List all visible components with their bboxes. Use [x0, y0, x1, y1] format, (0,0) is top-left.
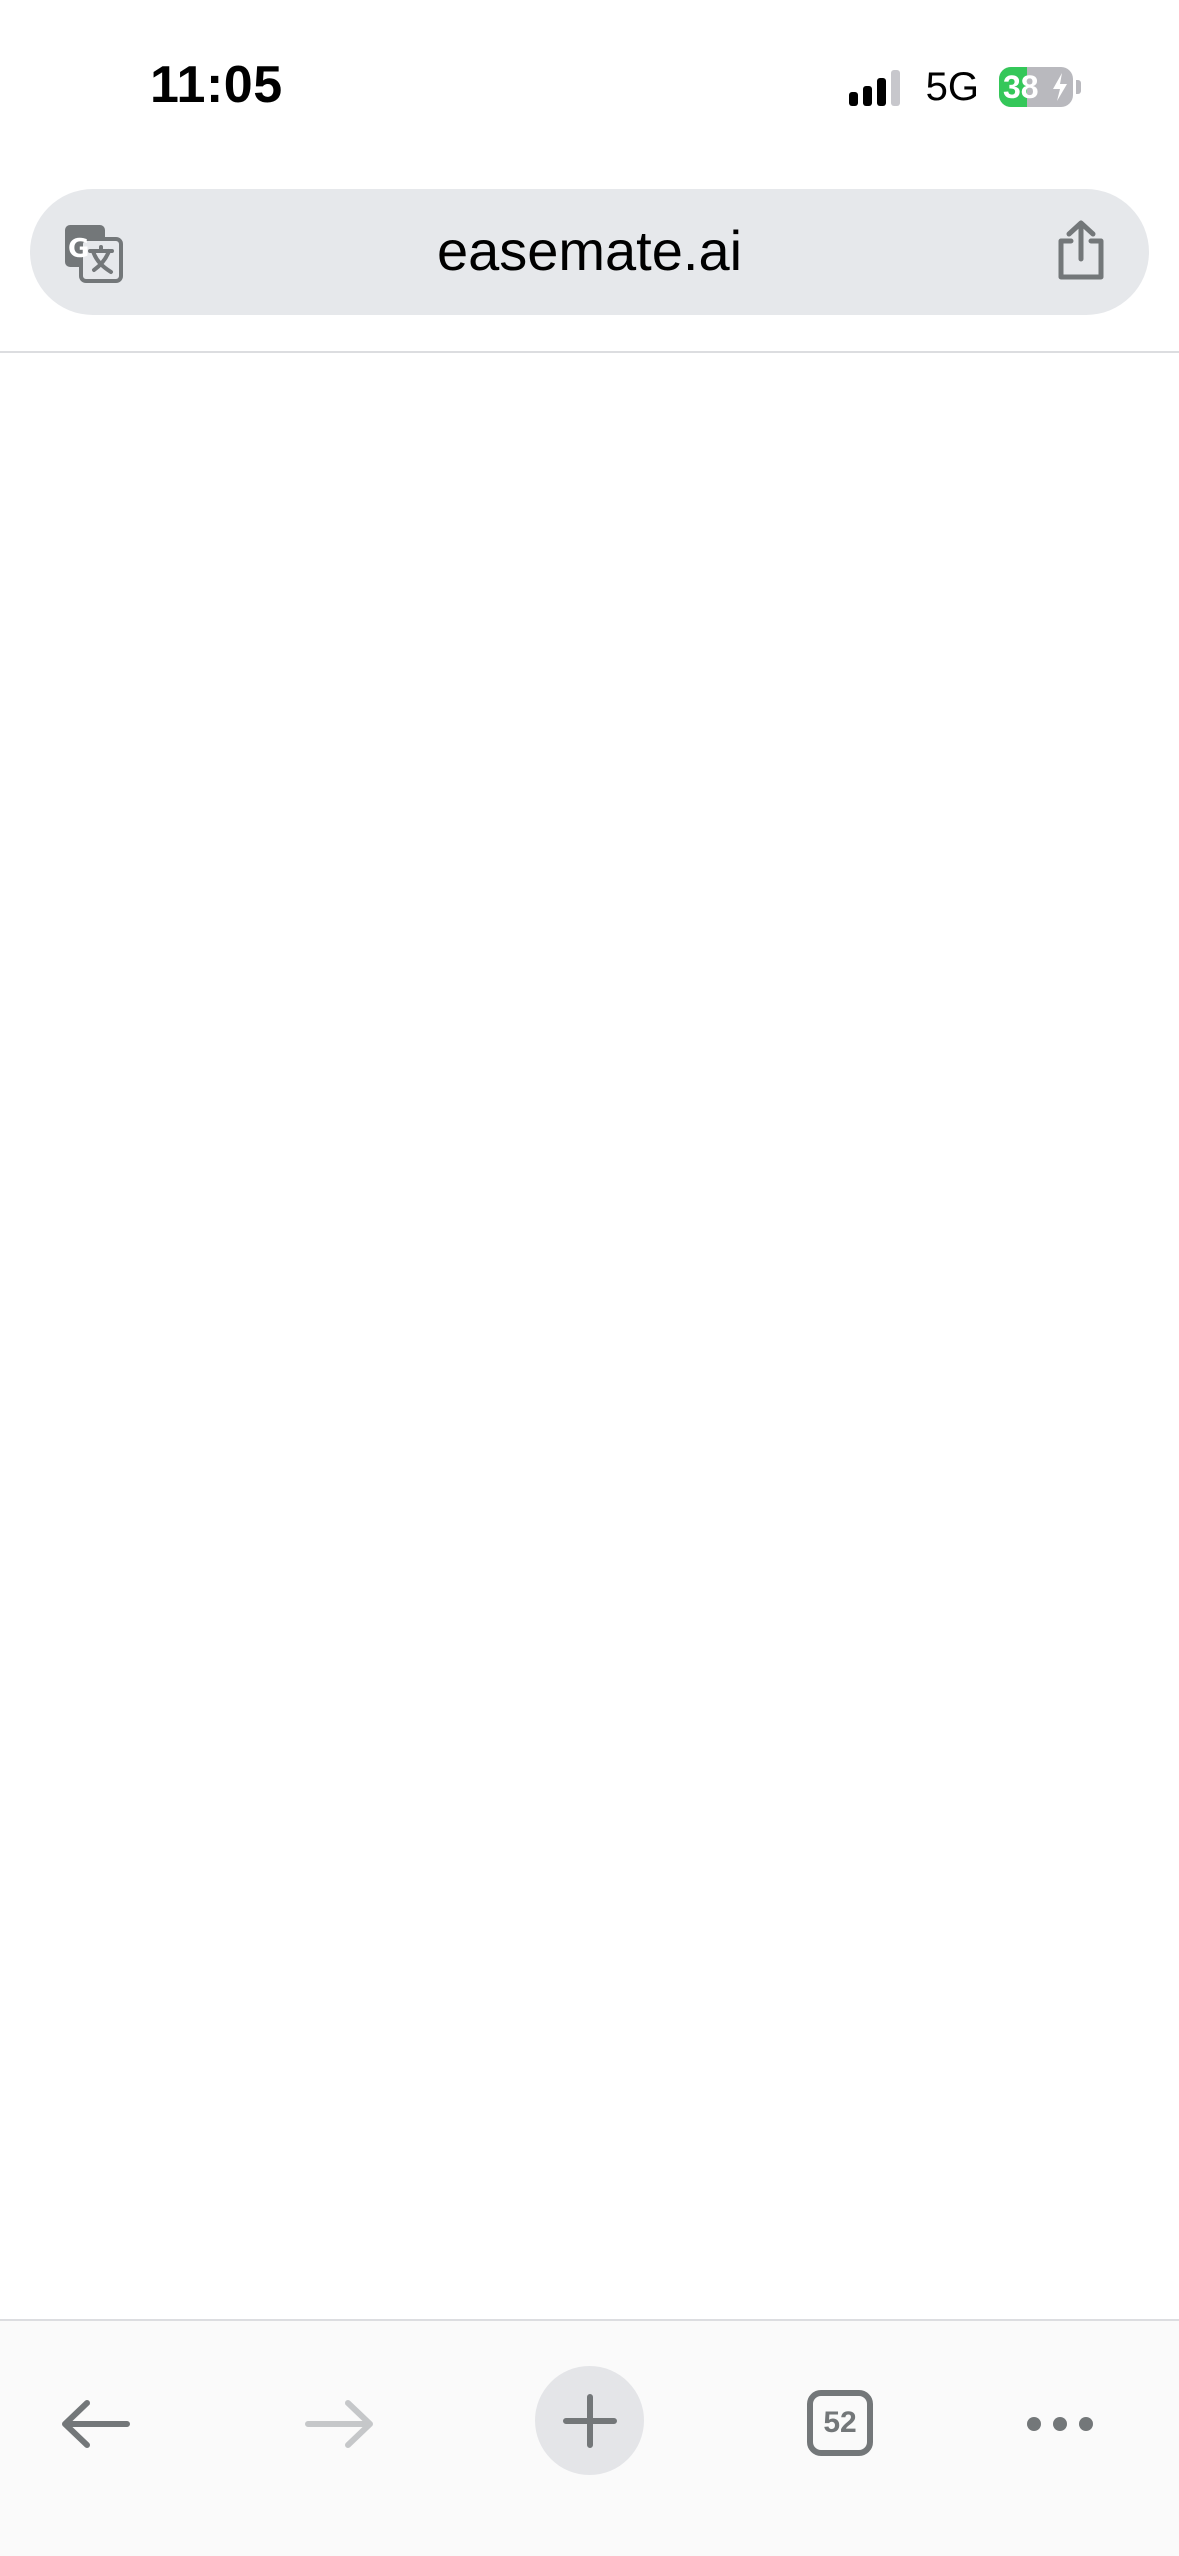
bottom-toolbar: 52 [0, 2321, 1179, 2556]
arrow-right-icon [305, 2400, 373, 2448]
status-bar: 11:05 5G 38 [0, 0, 1179, 160]
forward-button[interactable] [290, 2379, 390, 2469]
new-tab-button[interactable] [535, 2366, 644, 2475]
plus-icon [562, 2393, 617, 2448]
tab-count: 52 [823, 2406, 857, 2439]
status-indicators: 5G 38 [848, 64, 1081, 110]
tabs-icon: 52 [807, 2390, 873, 2456]
network-type: 5G [925, 64, 979, 109]
battery-icon: 38 [999, 67, 1073, 107]
more-dots-icon [1027, 2417, 1093, 2431]
charging-bolt-icon [1053, 73, 1067, 101]
web-content-area[interactable] [0, 353, 1179, 2319]
browser-screen: 11:05 5G 38 G easemate.ai 52 [0, 0, 1179, 2556]
battery-cap [1076, 80, 1081, 94]
url-text[interactable]: easemate.ai [30, 219, 1149, 283]
back-button[interactable] [45, 2379, 145, 2469]
cellular-signal-icon [848, 68, 900, 106]
tab-switcher-button[interactable]: 52 [790, 2373, 890, 2473]
more-menu-button[interactable] [1010, 2379, 1110, 2469]
arrow-left-icon [62, 2400, 130, 2448]
battery-percent: 38 [1003, 69, 1039, 105]
address-bar[interactable]: G easemate.ai [30, 189, 1149, 315]
share-icon[interactable] [1053, 219, 1109, 283]
status-time: 11:05 [150, 56, 283, 114]
